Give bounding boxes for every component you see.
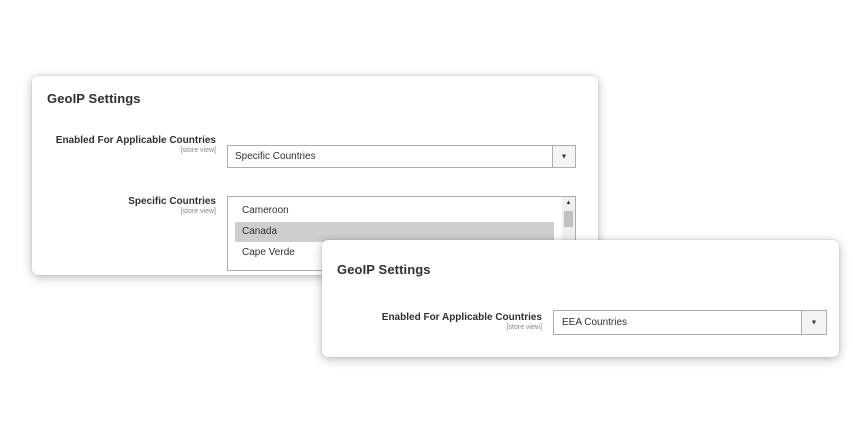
scope-note: [store view] — [180, 208, 216, 215]
specific-countries-label: Specific Countries — [128, 196, 216, 207]
select-arrow-button[interactable]: ▼ — [801, 311, 826, 334]
panel-title: GeoIP Settings — [47, 91, 141, 106]
enabled-countries-label: Enabled For Applicable Countries — [381, 312, 542, 323]
select-value: Specific Countries — [235, 151, 316, 162]
panel-title: GeoIP Settings — [337, 262, 431, 277]
enabled-countries-select[interactable]: Specific Countries ▼ — [227, 145, 576, 168]
scroll-up-icon[interactable]: ▲ — [562, 198, 575, 208]
select-value: EEA Countries — [562, 317, 628, 328]
scope-note: [store view] — [180, 147, 216, 154]
geoip-settings-panel-front: GeoIP Settings Enabled For Applicable Co… — [322, 240, 839, 357]
scope-note: [store view] — [506, 324, 542, 331]
list-item-selected[interactable]: Canada — [235, 222, 554, 242]
enabled-countries-select[interactable]: EEA Countries ▼ — [553, 310, 827, 335]
chevron-down-icon: ▼ — [810, 319, 818, 326]
chevron-down-icon: ▼ — [560, 153, 568, 160]
screenshot-stage: GeoIP Settings Enabled For Applicable Co… — [0, 0, 853, 425]
enabled-countries-label: Enabled For Applicable Countries — [55, 135, 216, 146]
list-item[interactable]: Cameroon — [235, 201, 554, 221]
scroll-thumb[interactable] — [564, 211, 573, 227]
select-arrow-button[interactable]: ▼ — [552, 146, 575, 167]
